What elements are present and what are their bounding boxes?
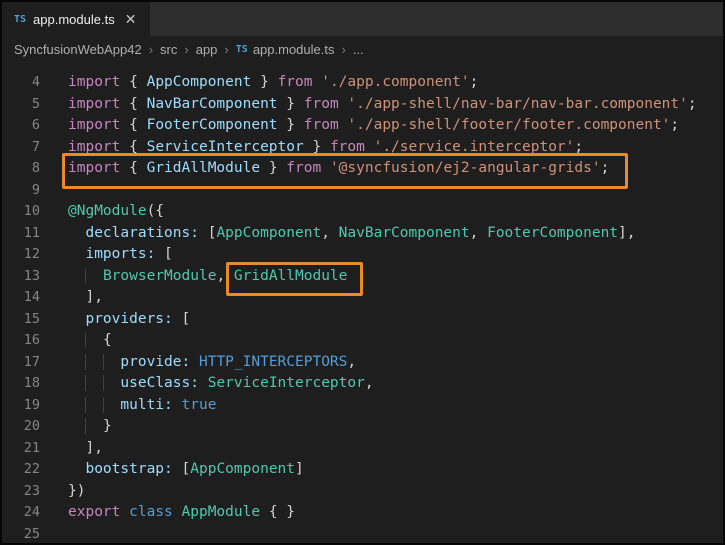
code-line[interactable]: 15 providers: [ (2, 309, 723, 331)
breadcrumb-label: SyncfusionWebApp42 (14, 42, 142, 57)
code-line[interactable]: 5 import { NavBarComponent } from './app-… (2, 94, 723, 116)
tab-bar: TS app.module.ts ✕ (2, 2, 723, 36)
code-text: multi: true (68, 395, 216, 417)
indent-guide (85, 397, 102, 413)
line-number: 15 (2, 309, 40, 331)
code-text: bootstrap: [AppComponent] (68, 459, 304, 481)
code-line[interactable]: 21 ], (2, 438, 723, 460)
breadcrumb-label: ... (353, 42, 364, 57)
breadcrumb-item[interactable]: app (196, 42, 218, 57)
code-text: ], (68, 287, 103, 309)
indent-guide (85, 332, 102, 348)
code-line[interactable]: 12 imports: [ (2, 244, 723, 266)
code-text: @NgModule({ (68, 201, 164, 223)
tab-title: app.module.ts (33, 12, 115, 27)
code-text: }) (68, 481, 85, 503)
line-number: 24 (2, 502, 40, 524)
line-number: 20 (2, 416, 40, 438)
code-text: provide: HTTP_INTERCEPTORS, (68, 352, 356, 374)
code-line[interactable]: 24 export class AppModule { } (2, 502, 723, 524)
code-line[interactable]: 17 provide: HTTP_INTERCEPTORS, (2, 352, 723, 374)
code-line[interactable]: 7 import { ServiceInterceptor } from './s… (2, 137, 723, 159)
line-number: 11 (2, 223, 40, 245)
tab-close-icon[interactable]: ✕ (125, 12, 137, 26)
line-number: 12 (2, 244, 40, 266)
indent-guide (85, 268, 102, 284)
code-text: useClass: ServiceInterceptor, (68, 373, 374, 395)
code-text: { (68, 330, 112, 352)
line-number: 8 (2, 158, 40, 180)
line-number: 4 (2, 72, 40, 94)
code-text: BrowserModule, GridAllModule (68, 266, 347, 288)
code-line[interactable]: 20 } (2, 416, 723, 438)
code-text: export class AppModule { } (68, 502, 295, 524)
line-number: 17 (2, 352, 40, 374)
vscode-window: TS app.module.ts ✕ SyncfusionWebApp42 › sr… (0, 0, 725, 545)
code-line[interactable]: 22 bootstrap: [AppComponent] (2, 459, 723, 481)
code-text: import { ServiceInterceptor } from './se… (68, 137, 583, 159)
code-line[interactable]: 4 import { AppComponent } from './app.com… (2, 72, 723, 94)
breadcrumb-label: app (196, 42, 218, 57)
breadcrumb-label: app.module.ts (253, 42, 335, 57)
code-text: import { FooterComponent } from './app-s… (68, 115, 679, 137)
breadcrumb-item[interactable]: ... (353, 42, 364, 57)
code-line[interactable]: 8 import { GridAllModule } from '@syncfus… (2, 158, 723, 180)
breadcrumb-separator: › (184, 42, 188, 57)
code-text: imports: [ (68, 244, 173, 266)
line-number: 16 (2, 330, 40, 352)
code-text: import { GridAllModule } from '@syncfusi… (68, 158, 609, 180)
line-number: 21 (2, 438, 40, 460)
line-number: 7 (2, 137, 40, 159)
code-lines: 4 import { AppComponent } from './app.com… (2, 72, 723, 543)
code-line[interactable]: 9 (2, 180, 723, 202)
breadcrumb-item[interactable]: src (160, 42, 177, 57)
editor-tab-app-module[interactable]: TS app.module.ts ✕ (2, 2, 150, 36)
breadcrumb-label: src (160, 42, 177, 57)
line-number: 23 (2, 481, 40, 503)
indent-guide (85, 418, 102, 434)
code-line[interactable]: 25 (2, 524, 723, 544)
breadcrumb-item[interactable]: SyncfusionWebApp42 (14, 42, 142, 57)
code-line[interactable]: 10 @NgModule({ (2, 201, 723, 223)
code-line[interactable]: 23}) (2, 481, 723, 503)
code-line[interactable]: 19 multi: true (2, 395, 723, 417)
breadcrumb-bar: SyncfusionWebApp42 › src › app › TS app.module.… (2, 36, 723, 62)
line-number: 25 (2, 524, 40, 544)
line-number: 22 (2, 459, 40, 481)
code-text: ], (68, 438, 103, 460)
code-editor[interactable]: 4 import { AppComponent } from './app.com… (2, 62, 723, 543)
indent-guide (85, 375, 102, 391)
code-line[interactable]: 13 BrowserModule, GridAllModule (2, 266, 723, 288)
line-number: 19 (2, 395, 40, 417)
code-line[interactable]: 14 ], (2, 287, 723, 309)
typescript-file-icon: TS (14, 14, 26, 25)
indent-guide (103, 397, 120, 413)
breadcrumb-separator: › (224, 42, 228, 57)
code-text: import { NavBarComponent } from './app-s… (68, 94, 697, 116)
breadcrumb-separator: › (149, 42, 153, 57)
line-number: 6 (2, 115, 40, 137)
code-line[interactable]: 11 declarations: [AppComponent, NavBarCo… (2, 223, 723, 245)
indent-guide (103, 375, 120, 391)
line-number: 13 (2, 266, 40, 288)
code-text: } (68, 416, 112, 438)
line-number: 14 (2, 287, 40, 309)
code-line[interactable]: 18 useClass: ServiceInterceptor, (2, 373, 723, 395)
line-number: 9 (2, 180, 40, 202)
breadcrumb-item[interactable]: TS app.module.ts (236, 42, 335, 57)
indent-guide (103, 354, 120, 370)
code-line[interactable]: 16 { (2, 330, 723, 352)
indent-guide (85, 354, 102, 370)
code-text: import { AppComponent } from './app.comp… (68, 72, 478, 94)
code-text: declarations: [AppComponent, NavBarCompo… (68, 223, 636, 245)
breadcrumb-separator: › (341, 42, 345, 57)
code-line[interactable]: 6 import { FooterComponent } from './app-… (2, 115, 723, 137)
code-text: providers: [ (68, 309, 190, 331)
line-number: 18 (2, 373, 40, 395)
line-number: 5 (2, 94, 40, 116)
line-number: 10 (2, 201, 40, 223)
typescript-file-icon: TS (236, 44, 248, 55)
